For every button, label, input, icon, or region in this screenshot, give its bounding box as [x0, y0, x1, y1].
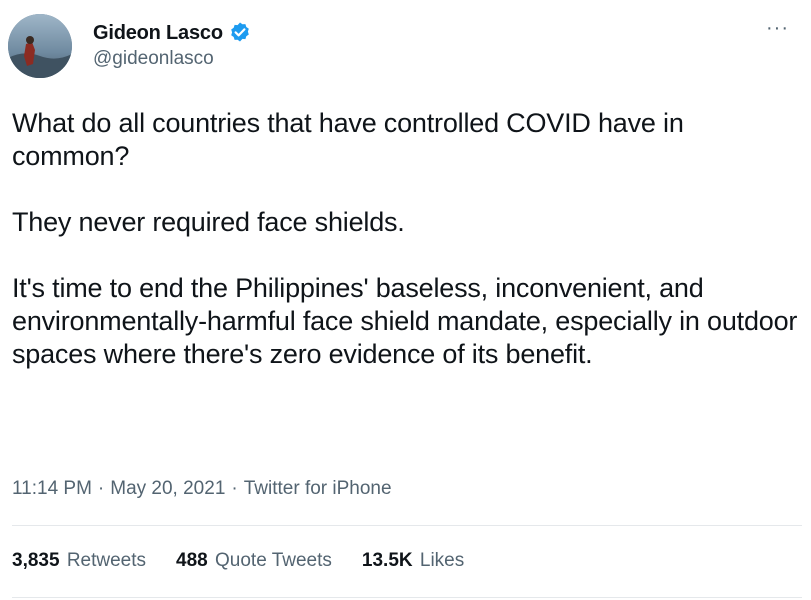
likes-label: Likes	[419, 550, 465, 571]
tweet-metadata: 11:14 PM · May 20, 2021 · Twitter for iP…	[12, 478, 392, 500]
avatar-image	[8, 14, 72, 78]
engagement-stats: 3,835 Retweets 488 Quote Tweets 13.5K Li…	[12, 550, 494, 572]
avatar[interactable]	[8, 14, 72, 78]
likes-count: 13.5K	[361, 550, 413, 571]
tweet-date[interactable]: May 20, 2021	[110, 478, 225, 500]
tweet-paragraph: It's time to end the Philippines' basele…	[12, 273, 798, 369]
tweet: Gideon Lasco @gideonlasco ··· What do al…	[0, 0, 811, 600]
author-handle[interactable]: @gideonlasco	[93, 48, 214, 70]
retweets-label: Retweets	[66, 550, 147, 571]
separator: ·	[97, 478, 105, 499]
retweets-stat[interactable]: 3,835 Retweets	[12, 550, 146, 572]
likes-stat[interactable]: 13.5K Likes	[362, 550, 464, 572]
quote-tweets-stat[interactable]: 488 Quote Tweets	[176, 550, 332, 572]
tweet-time[interactable]: 11:14 PM	[12, 478, 92, 500]
tweet-paragraph: They never required face shields.	[12, 207, 405, 237]
separator: ·	[231, 478, 238, 499]
quote-tweets-label: Quote Tweets	[215, 550, 332, 571]
divider	[12, 525, 802, 526]
tweet-source[interactable]: Twitter for iPhone	[244, 478, 392, 500]
retweets-count: 3,835	[12, 550, 60, 571]
divider	[12, 597, 802, 598]
verified-badge-icon	[228, 21, 252, 45]
tweet-paragraph: What do all countries that have controll…	[12, 108, 684, 171]
author-name-row[interactable]: Gideon Lasco	[93, 20, 252, 46]
more-horizontal-icon[interactable]: ···	[766, 18, 789, 38]
author-display-name[interactable]: Gideon Lasco	[93, 22, 223, 45]
quote-tweets-count: 488	[176, 550, 208, 571]
tweet-text: What do all countries that have controll…	[12, 107, 802, 371]
